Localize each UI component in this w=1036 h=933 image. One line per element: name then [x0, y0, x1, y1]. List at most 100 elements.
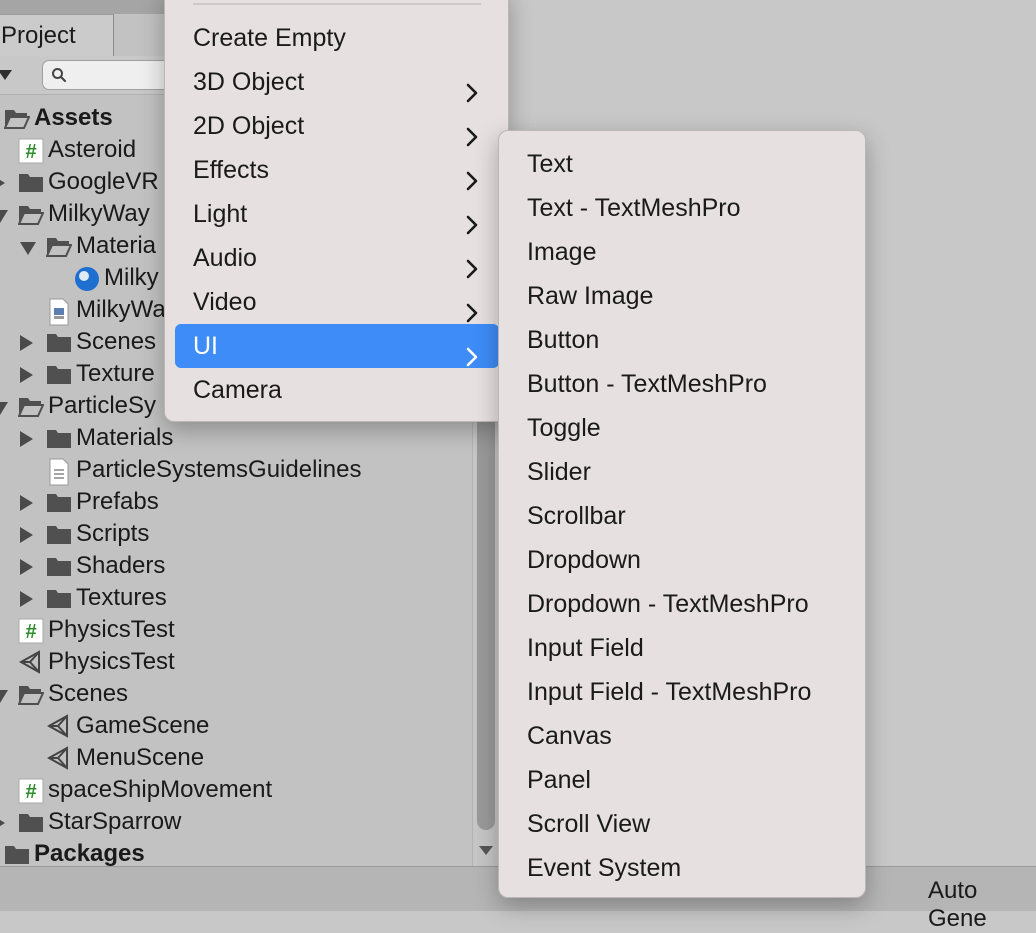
submenu-item-canvas[interactable]: Canvas	[527, 714, 612, 758]
folder-open-icon	[17, 394, 45, 418]
tree-item-label: MilkyWay	[48, 200, 150, 227]
tree-item-label: ParticleSy	[48, 392, 157, 419]
submenu-item-dropdown[interactable]: Dropdown	[527, 538, 641, 582]
tree-item-label: Texture	[76, 360, 155, 387]
tree-item-label: Materia	[76, 232, 157, 259]
tree-item[interactable]: Packages	[0, 838, 470, 866]
tree-item-label: Shaders	[76, 552, 166, 579]
disclosure-collapsed-icon[interactable]	[20, 559, 33, 575]
unity-scene-icon	[46, 714, 72, 738]
submenu-item-text[interactable]: Text	[527, 142, 573, 186]
menu-item-video[interactable]: Video	[175, 280, 499, 324]
tree-item-label: GoogleVR	[48, 168, 159, 195]
tree-item[interactable]: Shaders	[0, 550, 470, 582]
tree-item[interactable]: GameScene	[0, 710, 470, 742]
menu-separator	[193, 3, 481, 5]
menu-item-camera[interactable]: Camera	[175, 368, 499, 412]
tree-item-label: Scripts	[76, 520, 150, 547]
submenu-item-slider[interactable]: Slider	[527, 450, 591, 494]
submenu-item-button[interactable]: Button	[527, 318, 599, 362]
disclosure-collapsed-icon[interactable]	[20, 495, 33, 511]
csharp-script-icon: #	[18, 138, 44, 164]
submenu-item-raw-image[interactable]: Raw Image	[527, 274, 653, 318]
disclosure-collapsed-icon[interactable]	[20, 431, 33, 447]
tree-item[interactable]: StarSparrow	[0, 806, 470, 838]
folder-icon	[18, 170, 44, 194]
menu-item-label: UI	[193, 332, 218, 360]
tree-item[interactable]: Prefabs	[0, 486, 470, 518]
tree-item-label: spaceShipMovement	[48, 776, 273, 803]
disclosure-expanded-icon[interactable]	[0, 690, 8, 703]
image-file-icon	[46, 298, 72, 326]
material-sphere-icon	[74, 266, 100, 291]
tree-item-label: Scenes	[48, 680, 129, 707]
submenu-item-scrollbar[interactable]: Scrollbar	[527, 494, 626, 538]
folder-open-icon	[17, 202, 45, 226]
svg-text:#: #	[25, 781, 36, 803]
submenu-item-event-system[interactable]: Event System	[527, 846, 681, 890]
tree-item-label: PhysicsTest	[48, 648, 175, 675]
tree-item[interactable]: Textures	[0, 582, 470, 614]
tree-item[interactable]: Scripts	[0, 518, 470, 550]
tree-item[interactable]: # spaceShipMovement	[0, 774, 470, 806]
tree-item[interactable]: Materials	[0, 422, 470, 454]
tree-item-label: Prefabs	[76, 488, 159, 515]
disclosure-collapsed-icon[interactable]	[20, 527, 33, 543]
menu-item-label: 3D Object	[193, 68, 305, 96]
disclosure-collapsed-icon[interactable]	[0, 175, 5, 191]
svg-text:#: #	[25, 621, 36, 643]
tree-item[interactable]: Scenes	[0, 678, 470, 710]
text-file-icon	[46, 458, 72, 486]
tree-item[interactable]: ParticleSystemsGuidelines	[0, 454, 470, 486]
tree-item-label: Assets	[34, 104, 113, 131]
folder-open-icon	[17, 682, 45, 706]
tree-item[interactable]: PhysicsTest	[0, 646, 470, 678]
menu-item-label: Video	[193, 288, 257, 316]
disclosure-collapsed-icon[interactable]	[20, 335, 33, 351]
menu-item-3d-object[interactable]: 3D Object	[175, 60, 499, 104]
tree-item[interactable]: MenuScene	[0, 742, 470, 774]
submenu-item-toggle[interactable]: Toggle	[527, 406, 601, 450]
submenu-item-image[interactable]: Image	[527, 230, 596, 274]
folder-open-icon	[45, 234, 73, 258]
folder-icon	[46, 490, 72, 514]
submenu-item-panel[interactable]: Panel	[527, 758, 591, 802]
tree-item-label: Textures	[76, 584, 167, 611]
submenu-item-button-textmeshpro[interactable]: Button - TextMeshPro	[527, 362, 767, 406]
menu-item-audio[interactable]: Audio	[175, 236, 499, 280]
submenu-item-input-field-textmeshpro[interactable]: Input Field - TextMeshPro	[527, 670, 811, 714]
menu-item-label: 2D Object	[193, 112, 305, 140]
folder-icon	[46, 330, 72, 354]
disclosure-expanded-icon[interactable]	[0, 402, 8, 415]
menu-item-effects[interactable]: Effects	[175, 148, 499, 192]
menu-item-label: Create Empty	[193, 24, 346, 52]
disclosure-expanded-icon[interactable]	[20, 242, 36, 255]
folder-open-icon	[3, 106, 31, 130]
scroll-down-arrow-icon[interactable]	[479, 846, 493, 855]
disclosure-expanded-icon[interactable]	[0, 210, 8, 223]
tree-item[interactable]: # PhysicsTest	[0, 614, 470, 646]
submenu-item-scroll-view[interactable]: Scroll View	[527, 802, 650, 846]
menu-item-2d-object[interactable]: 2D Object	[175, 104, 499, 148]
menu-item-create-empty[interactable]: Create Empty	[175, 16, 499, 60]
unity-scene-icon	[46, 746, 72, 770]
folder-icon	[46, 522, 72, 546]
folder-icon	[46, 586, 72, 610]
submenu-item-input-field[interactable]: Input Field	[527, 626, 644, 670]
folder-icon	[46, 362, 72, 386]
csharp-script-icon: #	[18, 778, 44, 804]
menu-item-light[interactable]: Light	[175, 192, 499, 236]
disclosure-collapsed-icon[interactable]	[20, 591, 33, 607]
disclosure-collapsed-icon[interactable]	[20, 367, 33, 383]
tree-item-label: Asteroid	[48, 136, 137, 163]
tree-item-label: PhysicsTest	[48, 616, 175, 643]
submenu-item-dropdown-textmeshpro[interactable]: Dropdown - TextMeshPro	[527, 582, 809, 626]
folder-icon	[46, 554, 72, 578]
menu-item-label: Effects	[193, 156, 269, 184]
submenu-item-text-textmeshpro[interactable]: Text - TextMeshPro	[527, 186, 741, 230]
tree-item-label: MilkyWa	[76, 296, 166, 323]
folder-icon	[18, 810, 44, 834]
ui-submenu: Text Text - TextMeshPro Image Raw Image Butt…	[498, 130, 866, 898]
disclosure-collapsed-icon[interactable]	[0, 815, 5, 831]
menu-item-ui[interactable]: UI	[175, 324, 499, 368]
